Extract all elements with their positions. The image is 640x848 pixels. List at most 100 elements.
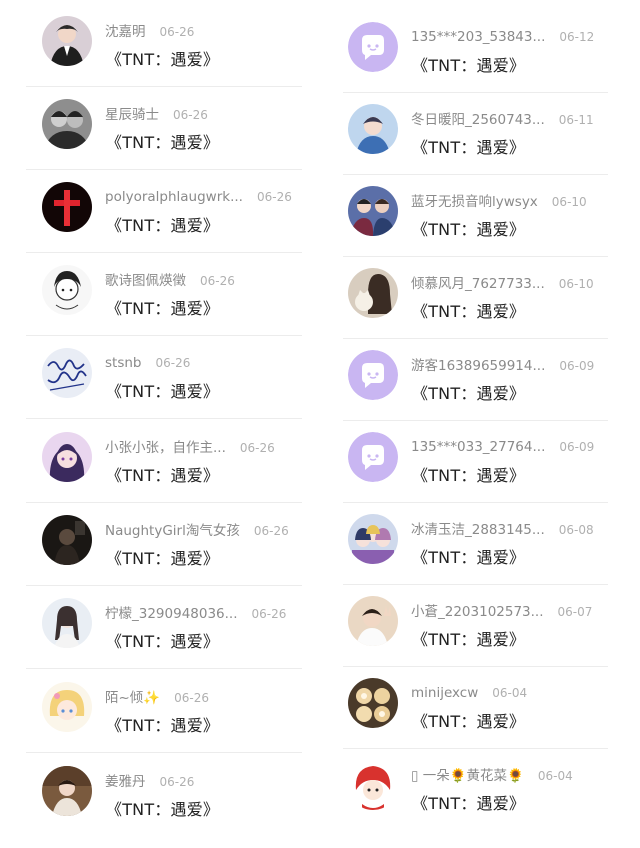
username[interactable]: minijexcw (411, 685, 478, 701)
comment-meta: 游客16389659914... 06-09 (411, 354, 594, 374)
work-title-link[interactable]: 《TNT：遇爱》 (412, 134, 525, 158)
work-title-link[interactable]: 《TNT：遇爱》 (412, 52, 525, 76)
username[interactable]: 冰清玉洁_2883145... (411, 522, 545, 538)
comment-date: 06-26 (200, 274, 235, 288)
work-title-link[interactable]: 《TNT：遇爱》 (106, 212, 219, 236)
user-avatar[interactable] (42, 348, 92, 398)
work-title-link[interactable]: 《TNT：遇爱》 (412, 626, 525, 650)
comment-item[interactable]: 冬日暖阳_2560743... 06-11 《TNT：遇爱》 (320, 104, 640, 186)
user-avatar[interactable] (42, 598, 92, 648)
username[interactable]: 姜雅丹 (105, 774, 146, 790)
comment-item[interactable]: 蓝牙无损音响lywsyx 06-10 《TNT：遇爱》 (320, 186, 640, 268)
comment-item[interactable]: 歌诗图佩煐徵 06-26 《TNT：遇爱》 (0, 265, 320, 347)
user-avatar[interactable] (42, 515, 92, 565)
user-avatar[interactable] (348, 596, 398, 646)
work-title-link[interactable]: 《TNT：遇爱》 (106, 462, 219, 486)
comment-item[interactable]: 姜雅丹 06-26 《TNT：遇爱》 (0, 766, 320, 848)
comment-item[interactable]: ▯ 一朵🌻黄花菜🌻 06-04 《TNT：遇爱》 (320, 760, 640, 842)
username[interactable]: stsnb (105, 355, 142, 371)
user-avatar[interactable] (42, 182, 92, 232)
user-avatar[interactable] (348, 760, 398, 810)
comment-date: 06-10 (558, 277, 594, 291)
comment-item[interactable]: 游客16389659914... 06-09 《TNT：遇爱》 (320, 350, 640, 432)
work-title-link[interactable]: 《TNT：遇爱》 (106, 129, 219, 153)
work-title-link[interactable]: 《TNT：遇爱》 (412, 544, 525, 568)
username[interactable]: ▯ 一朵🌻黄花菜🌻 (411, 768, 524, 784)
work-title-link[interactable]: 《TNT：遇爱》 (412, 298, 525, 322)
comment-date: 06-26 (155, 356, 191, 370)
username[interactable]: 歌诗图佩煐徵 (105, 273, 186, 289)
comment-date: 06-10 (551, 195, 587, 209)
user-avatar[interactable] (348, 268, 398, 318)
comment-item[interactable]: 冰清玉洁_2883145... 06-08 《TNT：遇爱》 (320, 514, 640, 596)
comment-item[interactable]: 星辰骑士 06-26 《TNT：遇爱》 (0, 99, 320, 181)
user-avatar[interactable] (42, 265, 92, 315)
user-avatar[interactable] (348, 678, 398, 728)
comment-meta: NaughtyGirl淘气女孩 06-26 (105, 519, 289, 539)
work-title-link[interactable]: 《TNT：遇爱》 (412, 462, 525, 486)
user-avatar[interactable] (42, 432, 92, 482)
username[interactable]: 沈嘉明 (105, 24, 146, 40)
comment-date: 06-08 (558, 523, 594, 537)
work-title-link[interactable]: 《TNT：遇爱》 (106, 378, 219, 402)
work-title-link[interactable]: 《TNT：遇爱》 (412, 216, 525, 240)
comment-item[interactable]: 倾慕风月_7627733... 06-10 《TNT：遇爱》 (320, 268, 640, 350)
comment-item[interactable]: 小张小张，自作主... 06-26 《TNT：遇爱》 (0, 432, 320, 514)
comment-meta: polyoralphlaugwrk... 06-26 (105, 186, 292, 205)
comment-date: 06-12 (559, 30, 595, 44)
user-avatar[interactable] (42, 16, 92, 66)
username[interactable]: 135***203_53843... (411, 29, 545, 45)
default-avatar-icon[interactable] (348, 22, 398, 72)
comment-item[interactable]: 135***033_27764... 06-09 《TNT：遇爱》 (320, 432, 640, 514)
default-avatar-icon[interactable] (348, 432, 398, 482)
comment-item[interactable]: 135***203_53843... 06-12 《TNT：遇爱》 (320, 22, 640, 104)
user-avatar[interactable] (42, 99, 92, 149)
username[interactable]: 蓝牙无损音响lywsyx (411, 194, 538, 210)
comment-meta: 陌~倾✨ 06-26 (105, 686, 209, 706)
comment-meta: 冬日暖阳_2560743... 06-11 (411, 108, 594, 128)
comment-meta: ▯ 一朵🌻黄花菜🌻 06-04 (411, 764, 573, 784)
comment-date: 06-26 (251, 607, 287, 621)
comment-meta: 135***033_27764... 06-09 (411, 436, 594, 455)
user-avatar[interactable] (348, 514, 398, 564)
work-title-link[interactable]: 《TNT：遇爱》 (106, 295, 219, 319)
comment-item[interactable]: 陌~倾✨ 06-26 《TNT：遇爱》 (0, 682, 320, 764)
comment-meta: 歌诗图佩煐徵 06-26 (105, 269, 235, 289)
username[interactable]: NaughtyGirl淘气女孩 (105, 523, 240, 539)
comment-item[interactable]: 柠檬_3290948036... 06-26 《TNT：遇爱》 (0, 598, 320, 680)
default-avatar-icon[interactable] (348, 350, 398, 400)
work-title-link[interactable]: 《TNT：遇爱》 (412, 790, 525, 814)
comment-meta: 姜雅丹 06-26 (105, 770, 194, 790)
comment-meta: 冰清玉洁_2883145... 06-08 (411, 518, 594, 538)
username[interactable]: polyoralphlaugwrk... (105, 189, 243, 205)
username[interactable]: 冬日暖阳_2560743... (411, 112, 545, 128)
comment-item[interactable]: 小蒼_2203102573... 06-07 《TNT：遇爱》 (320, 596, 640, 678)
comment-item[interactable]: polyoralphlaugwrk... 06-26 《TNT：遇爱》 (0, 182, 320, 264)
work-title-link[interactable]: 《TNT：遇爱》 (106, 628, 219, 652)
username[interactable]: 星辰骑士 (105, 107, 159, 123)
username[interactable]: 游客16389659914... (411, 358, 545, 374)
username[interactable]: 柠檬_3290948036... (105, 606, 238, 622)
work-title-link[interactable]: 《TNT：遇爱》 (412, 380, 525, 404)
work-title-link[interactable]: 《TNT：遇爱》 (412, 708, 525, 732)
user-avatar[interactable] (348, 186, 398, 236)
comment-date: 06-07 (557, 605, 593, 619)
user-avatar[interactable] (42, 682, 92, 732)
username[interactable]: 小张小张，自作主... (105, 440, 226, 456)
work-title-link[interactable]: 《TNT：遇爱》 (106, 796, 219, 820)
username[interactable]: 倾慕风月_7627733... (411, 276, 545, 292)
comment-item[interactable]: stsnb 06-26 《TNT：遇爱》 (0, 348, 320, 430)
comment-date: 06-26 (253, 524, 289, 538)
comment-item[interactable]: 沈嘉明 06-26 《TNT：遇爱》 (0, 16, 320, 98)
user-avatar[interactable] (348, 104, 398, 154)
comment-date: 06-26 (159, 25, 195, 39)
work-title-link[interactable]: 《TNT：遇爱》 (106, 712, 219, 736)
comment-item[interactable]: minijexcw 06-04 《TNT：遇爱》 (320, 678, 640, 760)
user-avatar[interactable] (42, 766, 92, 816)
username[interactable]: 135***033_27764... (411, 439, 545, 455)
work-title-link[interactable]: 《TNT：遇爱》 (106, 46, 219, 70)
comment-item[interactable]: NaughtyGirl淘气女孩 06-26 《TNT：遇爱》 (0, 515, 320, 597)
username[interactable]: 陌~倾✨ (105, 690, 160, 706)
work-title-link[interactable]: 《TNT：遇爱》 (106, 545, 219, 569)
username[interactable]: 小蒼_2203102573... (411, 604, 544, 620)
